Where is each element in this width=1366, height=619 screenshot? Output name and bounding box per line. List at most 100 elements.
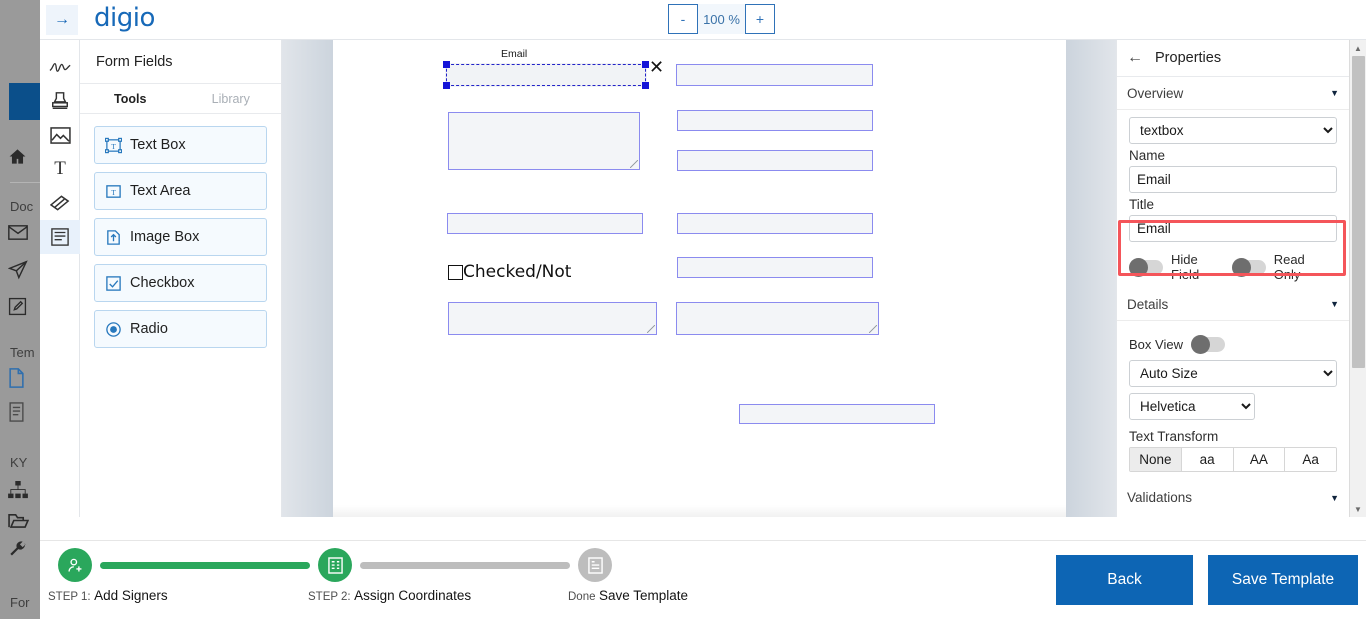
nav-group-kyc: KY [10, 455, 28, 470]
text-transform-title[interactable]: Aa [1285, 448, 1336, 471]
text-transform-lower[interactable]: aa [1181, 448, 1234, 471]
name-label: Name [1129, 148, 1166, 163]
hide-field-toggle[interactable] [1129, 257, 1163, 277]
step-key: Done [568, 591, 596, 603]
form-fields-list: T Text Box T Text Area Image Box Checkbo… [80, 114, 281, 348]
form-fields-tabs: Tools Library [80, 84, 281, 114]
digio-logo: digio [94, 3, 155, 33]
form-field-selected[interactable] [443, 61, 649, 89]
tool-label: Checkbox [130, 275, 195, 291]
save-template-button[interactable]: Save Template [1208, 555, 1358, 605]
tool-label: Text Box [130, 137, 186, 153]
form-field-checkbox[interactable]: Checked/Not [448, 262, 571, 282]
field-type-select[interactable]: textbox [1129, 117, 1337, 144]
form-field[interactable] [739, 404, 935, 424]
read-only-toggle[interactable] [1231, 257, 1266, 277]
template-editor-overlay: → digio - 100 % + T Form Fields Tools Li… [40, 0, 1366, 619]
tool-text-box[interactable]: T Text Box [94, 126, 267, 164]
envelope-icon[interactable] [8, 224, 38, 246]
section-validations[interactable]: Validations ▼ [1117, 481, 1349, 514]
form-fields-icon[interactable] [40, 220, 80, 254]
stamp-icon[interactable] [40, 84, 80, 118]
resize-handle-top-right[interactable] [642, 61, 649, 68]
section-overview[interactable]: Overview ▼ [1117, 77, 1349, 110]
text-transform-none[interactable]: None [1130, 448, 1182, 471]
form-field[interactable] [448, 112, 640, 170]
chevron-down-icon[interactable]: ▼ [1330, 88, 1339, 98]
resize-handle-bottom-left[interactable] [443, 82, 450, 89]
zoom-in-button[interactable]: + [745, 4, 775, 34]
box-view-label: Box View [1129, 337, 1183, 352]
canvas-gutter-right [1066, 40, 1116, 517]
tab-tools[interactable]: Tools [80, 84, 181, 113]
scroll-down-arrow[interactable]: ▼ [1350, 501, 1366, 517]
wrench-icon[interactable] [8, 540, 38, 562]
text-transform-upper[interactable]: AA [1233, 448, 1286, 471]
form-field[interactable] [677, 213, 873, 234]
file-lines-icon[interactable] [8, 402, 38, 424]
signature-edit-icon[interactable] [8, 297, 38, 319]
section-details[interactable]: Details ▼ [1117, 288, 1349, 321]
collapse-sidebar-button[interactable]: → [46, 5, 78, 35]
properties-header: ← Properties [1117, 40, 1349, 77]
tool-checkbox[interactable]: Checkbox [94, 264, 267, 302]
step-save-template[interactable]: Done Save Template [568, 548, 688, 603]
step-label: Save Template [598, 588, 689, 603]
nav-group-templates: Tem [10, 345, 35, 360]
form-fields-title: Form Fields [80, 40, 281, 84]
tool-image-box[interactable]: Image Box [94, 218, 267, 256]
document-canvas[interactable]: Email ✕ Checked/Not [282, 40, 1116, 517]
wizard-bottom-bar: STEP 1: Add Signers STEP 2: Assign Coord… [40, 540, 1366, 619]
tool-radio[interactable]: Radio [94, 310, 267, 348]
tab-library[interactable]: Library [181, 84, 282, 113]
folder-open-icon[interactable] [8, 512, 38, 534]
section-validations-label: Validations [1127, 490, 1193, 505]
file-blank-icon[interactable] [8, 368, 38, 390]
form-field[interactable] [677, 110, 873, 131]
paper-plane-icon[interactable] [7, 260, 38, 282]
document-page[interactable]: Email ✕ Checked/Not [333, 40, 1066, 517]
form-field[interactable] [676, 302, 879, 335]
step-label: Assign Coordinates [354, 588, 472, 603]
textbox-icon: T [104, 137, 123, 154]
eraser-icon[interactable] [40, 186, 80, 220]
zoom-out-button[interactable]: - [668, 4, 698, 34]
properties-back-icon[interactable]: ← [1127, 49, 1143, 67]
app-root: Doc Tem KY For → digio - 100 % + T Form … [0, 0, 1366, 619]
step-add-signers[interactable]: STEP 1: Add Signers [48, 548, 168, 603]
form-field[interactable] [447, 213, 643, 234]
home-icon[interactable] [8, 147, 38, 169]
svg-text:T: T [111, 187, 116, 196]
back-button[interactable]: Back [1056, 555, 1193, 605]
checkbox-box-icon[interactable] [448, 264, 463, 280]
size-mode-select[interactable]: Auto Size [1129, 360, 1337, 387]
text-icon[interactable]: T [40, 152, 80, 186]
scroll-up-arrow[interactable]: ▲ [1350, 40, 1366, 56]
delete-field-icon[interactable]: ✕ [649, 59, 664, 77]
resize-handle-bottom-right[interactable] [642, 82, 649, 89]
properties-panel: ← Properties Overview ▼ textbox Name Tit… [1116, 40, 1366, 517]
font-select[interactable]: Helvetica [1129, 393, 1255, 420]
form-field[interactable] [448, 302, 657, 335]
tool-text-area[interactable]: T Text Area [94, 172, 267, 210]
form-fields-panel: Form Fields Tools Library T Text Box T T… [80, 40, 282, 517]
box-view-toggle[interactable] [1190, 335, 1225, 354]
properties-scrollbar[interactable]: ▲ ▼ [1349, 40, 1366, 517]
resize-handle-top-left[interactable] [443, 61, 450, 68]
image-icon[interactable] [40, 118, 80, 152]
scrollbar-thumb[interactable] [1352, 56, 1365, 368]
form-field[interactable] [677, 257, 873, 278]
title-field[interactable] [1129, 215, 1337, 242]
form-field[interactable] [676, 64, 873, 86]
nav-group-forms: For [10, 595, 30, 610]
name-field[interactable] [1129, 166, 1337, 193]
sitemap-icon[interactable] [8, 481, 38, 503]
signature-icon[interactable] [40, 50, 80, 84]
form-field[interactable] [677, 150, 873, 171]
stepper-connector-1 [100, 562, 310, 569]
chevron-down-icon[interactable]: ▼ [1330, 299, 1339, 309]
chevron-down-icon[interactable]: ▼ [1330, 493, 1339, 503]
step-assign-coordinates[interactable]: STEP 2: Assign Coordinates [308, 548, 471, 603]
step-caption: Done Save Template [568, 588, 688, 603]
form-doc-icon [318, 548, 352, 582]
